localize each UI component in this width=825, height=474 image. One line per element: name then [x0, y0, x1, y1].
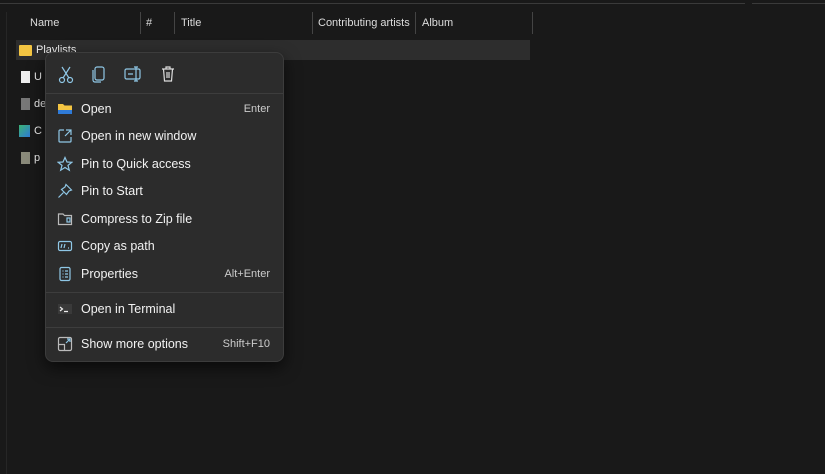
context-menu: Open Enter Open in new window Pin to Quic…: [45, 52, 284, 362]
column-separator[interactable]: [532, 12, 533, 34]
document-icon: [21, 71, 30, 84]
menu-item-shortcut: Alt+Enter: [224, 268, 270, 280]
menu-item-label: Pin to Quick access: [81, 157, 191, 171]
column-header-artists[interactable]: Contributing artists: [318, 14, 410, 32]
menu-item-shortcut: Enter: [243, 103, 270, 115]
file-name: C: [34, 125, 42, 137]
media-file-icon: [19, 125, 30, 138]
menu-item-pin-to-start[interactable]: Pin to Start: [50, 178, 279, 204]
menu-item-copy-as-path[interactable]: Copy as path: [50, 233, 279, 259]
copy-icon[interactable]: [88, 63, 110, 85]
menu-item-open-in-terminal[interactable]: Open in Terminal: [50, 296, 279, 322]
column-separator[interactable]: [415, 12, 416, 34]
menu-item-open[interactable]: Open Enter: [50, 96, 279, 122]
menu-item-label: Open: [81, 102, 112, 116]
properties-icon: [59, 266, 71, 282]
menu-divider: [46, 93, 283, 94]
menu-item-label: Copy as path: [81, 239, 155, 253]
menu-item-properties[interactable]: Properties Alt+Enter: [50, 261, 279, 287]
pane-divider: [6, 12, 7, 474]
menu-item-compress-zip[interactable]: Compress to Zip file: [50, 206, 279, 232]
menu-item-label: Pin to Start: [81, 184, 143, 198]
terminal-icon: [58, 304, 72, 314]
file-name: p: [34, 152, 41, 164]
address-bar-border: [0, 0, 745, 4]
menu-divider: [46, 292, 283, 293]
menu-item-show-more-options[interactable]: Show more options Shift+F10: [50, 331, 279, 357]
menu-item-label: Open in new window: [81, 129, 197, 143]
column-header-number[interactable]: #: [146, 14, 152, 32]
archive-icon: [21, 98, 30, 111]
star-icon: [57, 156, 73, 172]
copy-path-icon: [57, 240, 73, 252]
open-new-window-icon: [58, 129, 72, 143]
column-header-name[interactable]: Name: [30, 14, 59, 32]
package-icon: [21, 152, 30, 165]
cut-icon[interactable]: [55, 63, 77, 85]
more-options-icon: [57, 336, 73, 352]
zip-icon: [57, 213, 73, 226]
menu-item-label: Show more options: [81, 337, 189, 351]
menu-item-label: Compress to Zip file: [81, 212, 193, 226]
pin-icon: [58, 183, 73, 198]
column-header-album[interactable]: Album: [422, 14, 453, 32]
menu-item-pin-quick-access[interactable]: Pin to Quick access: [50, 151, 279, 177]
menu-item-label: Open in Terminal: [81, 302, 176, 316]
delete-icon[interactable]: [157, 63, 179, 85]
menu-item-shortcut: Shift+F10: [222, 338, 270, 350]
folder-icon: [19, 44, 32, 56]
menu-divider: [46, 327, 283, 328]
rename-icon[interactable]: [122, 63, 144, 85]
column-separator[interactable]: [174, 12, 175, 34]
menu-item-label: Properties: [81, 267, 138, 281]
folder-open-icon: [58, 104, 72, 114]
column-separator[interactable]: [140, 12, 141, 34]
column-separator[interactable]: [312, 12, 313, 34]
search-bar-border: [752, 0, 825, 4]
file-name: U: [34, 71, 42, 83]
column-header-title[interactable]: Title: [181, 14, 201, 32]
menu-item-open-new-window[interactable]: Open in new window: [50, 123, 279, 149]
